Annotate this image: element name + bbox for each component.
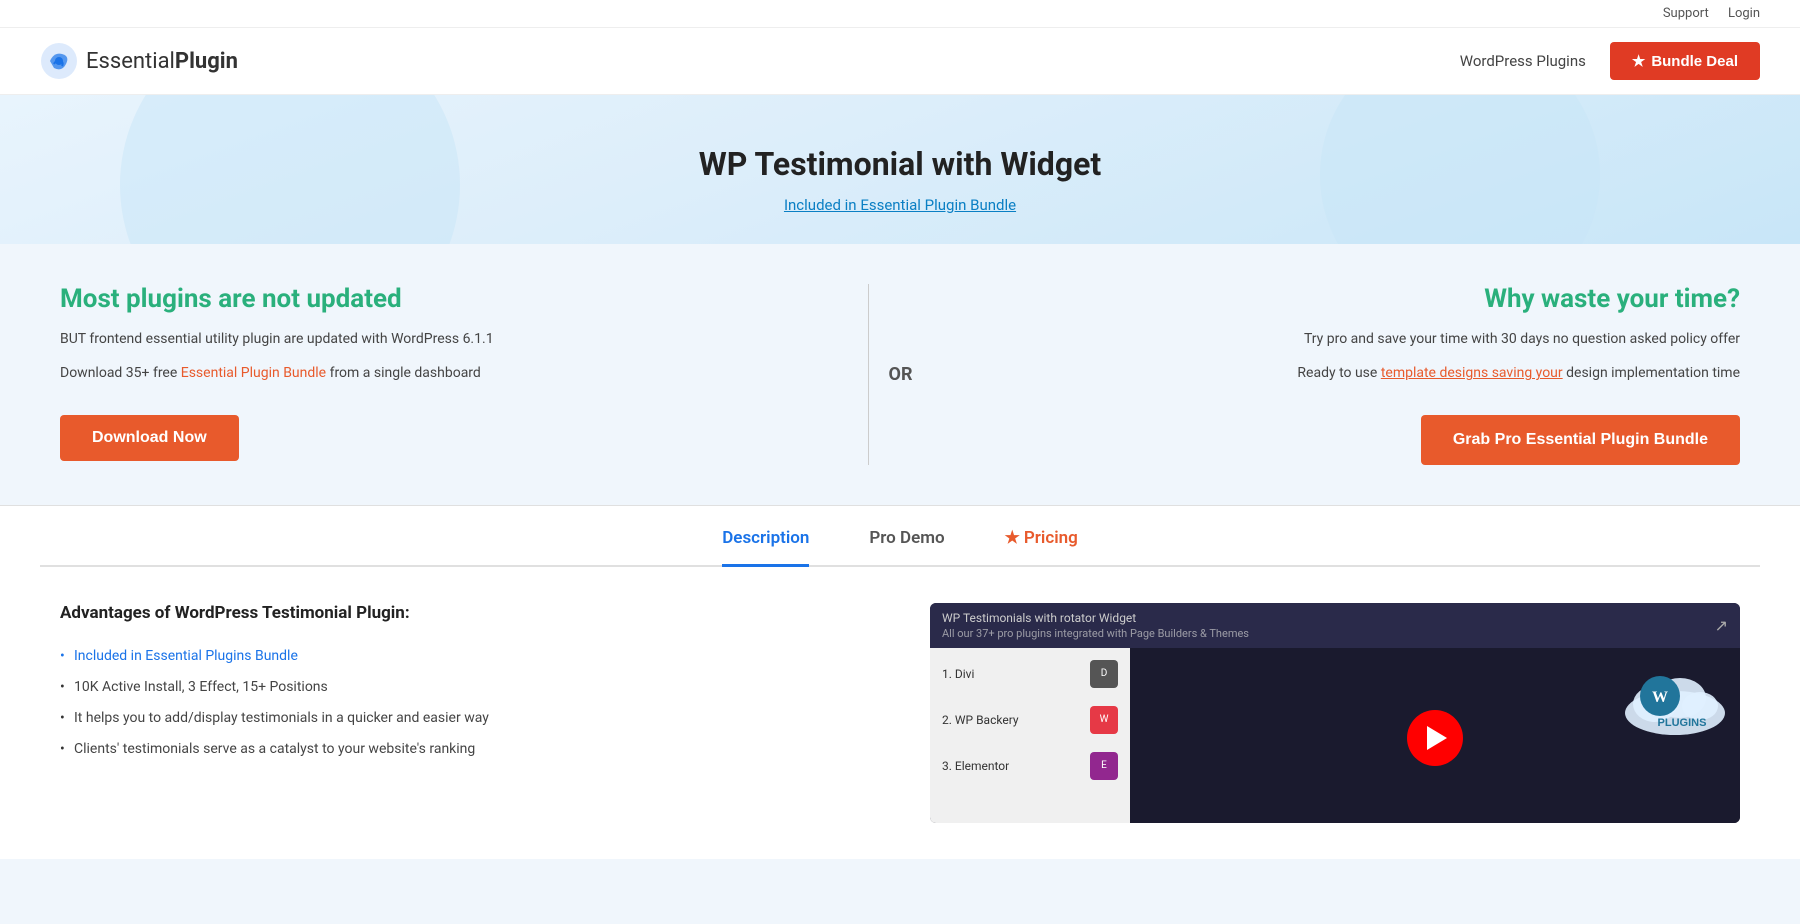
plugin-name-1: 2. WP Backery: [942, 713, 1019, 727]
logo-plugin: Plugin: [175, 49, 238, 74]
video-header: WP Testimonials with rotator Widget All …: [930, 603, 1740, 648]
bullet-item-0[interactable]: Included in Essential Plugins Bundle: [60, 641, 870, 672]
promo-section: Most plugins are not updated BUT fronten…: [0, 244, 1800, 505]
content-right: WP Testimonials with rotator Widget All …: [930, 603, 1740, 823]
tab-pro-demo[interactable]: Pro Demo: [869, 528, 944, 567]
or-divider: OR: [869, 284, 933, 465]
plugin-name-2: 3. Elementor: [942, 759, 1009, 773]
hero-section: WP Testimonial with Widget Included in E…: [0, 95, 1800, 244]
plugin-name-0: 1. Divi: [942, 667, 974, 681]
promo-right-body1: Try pro and save your time with 30 days …: [992, 328, 1740, 350]
plugin-icon-0: D: [1090, 660, 1118, 688]
tabs-nav: Description Pro Demo ★Pricing: [40, 506, 1760, 567]
content-left: Advantages of WordPress Testimonial Plug…: [60, 603, 870, 823]
page-title: WP Testimonial with Widget: [40, 145, 1760, 183]
bullet-list: Included in Essential Plugins Bundle 10K …: [60, 641, 870, 765]
promo-right-body2-prefix: Ready to use: [1297, 365, 1380, 381]
svg-text:W: W: [1652, 689, 1668, 706]
promo-left-body2-prefix: Download 35+ free: [60, 365, 181, 381]
promo-right-heading: Why waste your time?: [992, 284, 1740, 314]
bullet-item-2: It helps you to add/display testimonials…: [60, 703, 870, 734]
share-icon: ↗: [1715, 616, 1728, 635]
grab-pro-bundle-button[interactable]: Grab Pro Essential Plugin Bundle: [1421, 415, 1740, 465]
logo-icon: [40, 42, 78, 80]
video-title: WP Testimonials with rotator Widget: [942, 611, 1249, 625]
svg-text:PLUGINS: PLUGINS: [1658, 717, 1707, 729]
promo-right-body2-suffix: design implementation time: [1563, 365, 1740, 381]
logo: EssentialPlugin: [40, 42, 238, 80]
pricing-star-icon: ★: [1005, 528, 1020, 548]
login-link[interactable]: Login: [1728, 6, 1760, 21]
video-main[interactable]: W PLUGINS: [1130, 648, 1740, 823]
hero-subtitle-link[interactable]: Included in Essential Plugin Bundle: [784, 196, 1016, 214]
video-body: 1. Divi D 2. WP Backery W 3. Elementor E: [930, 648, 1740, 823]
plugin-row-1: 2. WP Backery W: [942, 706, 1118, 734]
promo-right: Why waste your time? Try pro and save yo…: [932, 284, 1740, 465]
logo-text: EssentialPlugin: [86, 49, 238, 74]
header: EssentialPlugin WordPress Plugins ★ Bund…: [0, 28, 1800, 95]
logo-essential: Essential: [86, 49, 175, 74]
tabs-section: Description Pro Demo ★Pricing: [0, 505, 1800, 567]
tab-pricing[interactable]: ★Pricing: [1005, 528, 1078, 567]
bullet-item-3: Clients' testimonials serve as a catalys…: [60, 734, 870, 765]
top-bar: Support Login: [0, 0, 1800, 28]
star-icon: ★: [1632, 52, 1645, 70]
video-plugin-sidebar: 1. Divi D 2. WP Backery W 3. Elementor E: [930, 648, 1130, 823]
video-container: WP Testimonials with rotator Widget All …: [930, 603, 1740, 823]
nav-area: WordPress Plugins ★ Bundle Deal: [1460, 42, 1760, 80]
wp-logo-area: W PLUGINS: [1620, 658, 1730, 742]
play-triangle-icon: [1427, 726, 1447, 750]
wp-logo-svg: W PLUGINS: [1620, 658, 1730, 738]
play-button[interactable]: [1407, 710, 1463, 766]
template-designs-link[interactable]: template designs saving your: [1381, 365, 1563, 381]
advantages-title: Advantages of WordPress Testimonial Plug…: [60, 603, 870, 623]
plugin-icon-2: E: [1090, 752, 1118, 780]
bullet-link-0[interactable]: Included in Essential Plugins Bundle: [74, 648, 298, 664]
video-subtitle: All our 37+ pro plugins integrated with …: [942, 627, 1249, 640]
promo-left-body2-suffix: from a single dashboard: [326, 365, 481, 381]
plugin-row-0: 1. Divi D: [942, 660, 1118, 688]
promo-right-body2: Ready to use template designs saving you…: [992, 362, 1740, 384]
promo-left-body2: Download 35+ free Essential Plugin Bundl…: [60, 362, 808, 384]
promo-left: Most plugins are not updated BUT fronten…: [60, 284, 869, 465]
bullet-item-1: 10K Active Install, 3 Effect, 15+ Positi…: [60, 672, 870, 703]
content-area: Advantages of WordPress Testimonial Plug…: [0, 567, 1800, 859]
download-now-button[interactable]: Download Now: [60, 415, 239, 461]
plugin-row-2: 3. Elementor E: [942, 752, 1118, 780]
bundle-deal-button[interactable]: ★ Bundle Deal: [1610, 42, 1760, 80]
essential-plugin-bundle-link[interactable]: Essential Plugin Bundle: [181, 365, 326, 381]
promo-left-heading: Most plugins are not updated: [60, 284, 808, 314]
nav-wp-plugins[interactable]: WordPress Plugins: [1460, 52, 1586, 70]
support-link[interactable]: Support: [1663, 6, 1709, 21]
promo-left-body1: BUT frontend essential utility plugin ar…: [60, 328, 808, 350]
plugin-icon-1: W: [1090, 706, 1118, 734]
tab-description[interactable]: Description: [722, 528, 809, 567]
